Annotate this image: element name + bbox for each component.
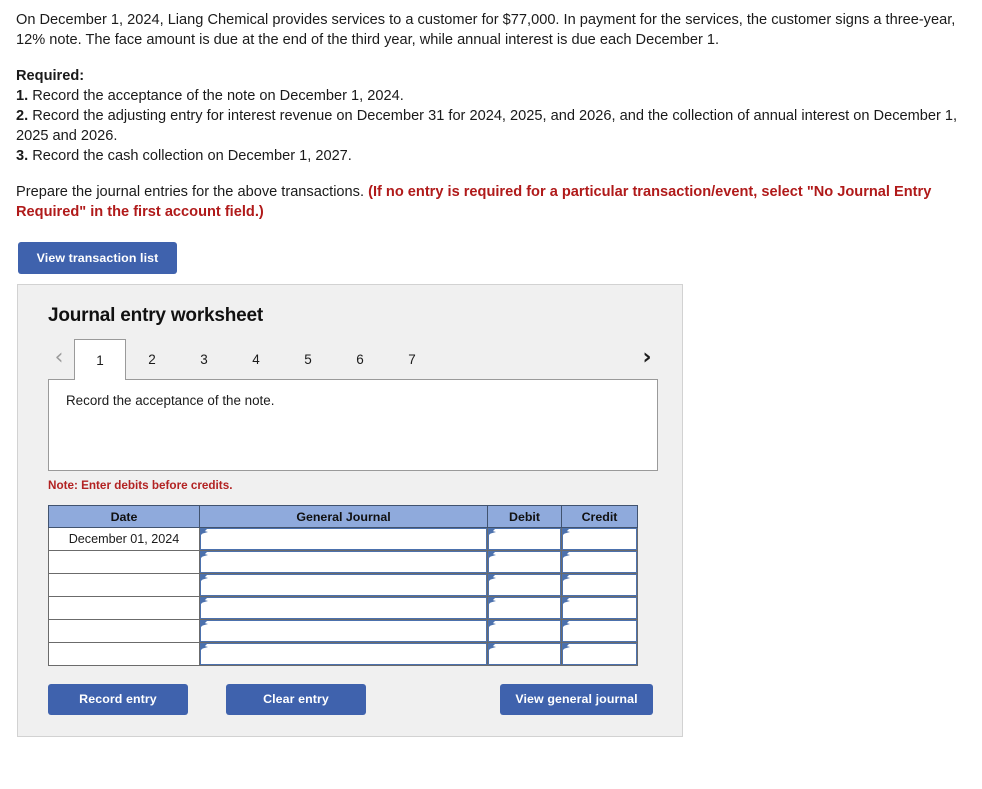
requirement-number-2: 2. [16,108,29,124]
worksheet-tab-4[interactable]: 4 [230,339,282,379]
journal-date-cell[interactable] [48,550,200,574]
journal-credit-field-cell [561,527,638,551]
journal-debit-field-cell [487,550,562,574]
journal-date-cell[interactable] [48,596,200,620]
journal-account-field-cell [199,596,488,620]
journal-date-cell[interactable] [48,642,200,666]
journal-credit-field-cell [561,642,638,666]
journal-debit-field-cell [487,596,562,620]
journal-account-field-cell [199,619,488,643]
journal-debit-field[interactable] [488,574,561,596]
worksheet-tab-6[interactable]: 6 [334,339,386,379]
problem-statement: On December 1, 2024, Liang Chemical prov… [16,10,960,222]
requirement-number-3: 3. [16,148,29,164]
journal-credit-field[interactable] [562,574,637,596]
journal-credit-field[interactable] [562,597,637,619]
debits-before-credits-note: Note: Enter debits before credits. [48,479,233,492]
journal-account-field-cell [199,527,488,551]
worksheet-tab-5[interactable]: 5 [282,339,334,379]
journal-debit-field-cell [487,619,562,643]
journal-account-field-cell [199,573,488,597]
worksheet-tab-1[interactable]: 1 [74,339,126,380]
requirement-item-1: 1. Record the acceptance of the note on … [16,86,960,106]
worksheet-title: Journal entry worksheet [48,305,264,326]
required-block: Required: 1. Record the acceptance of th… [16,66,960,166]
journal-entry-table: Date General Journal Debit Credit Decemb… [48,505,638,666]
journal-account-field[interactable] [200,528,487,550]
journal-account-field[interactable] [200,620,487,642]
table-row [48,573,638,597]
journal-account-field-cell [199,642,488,666]
view-general-journal-button[interactable]: View general journal [500,684,653,715]
journal-debit-field[interactable] [488,528,561,550]
journal-credit-field-cell [561,619,638,643]
worksheet-tab-2[interactable]: 2 [126,339,178,379]
journal-account-field[interactable] [200,574,487,596]
table-row [48,596,638,620]
journal-credit-field-cell [561,596,638,620]
column-header-general-journal: General Journal [199,505,488,528]
worksheet-description-box: Record the acceptance of the note. [48,379,658,471]
journal-debit-field-cell [487,573,562,597]
table-header-row: Date General Journal Debit Credit [48,505,638,528]
journal-debit-field[interactable] [488,643,561,665]
journal-debit-field[interactable] [488,597,561,619]
clear-entry-button[interactable]: Clear entry [226,684,366,715]
view-transaction-list-button[interactable]: View transaction list [18,242,177,274]
journal-account-field[interactable] [200,643,487,665]
column-header-debit: Debit [487,505,562,528]
column-header-credit: Credit [561,505,638,528]
journal-debit-field-cell [487,642,562,666]
chevron-left-icon[interactable]: ‹ [48,341,70,375]
journal-credit-field[interactable] [562,551,637,573]
journal-date-cell[interactable] [48,573,200,597]
requirement-item-3: 3. Record the cash collection on Decembe… [16,146,960,166]
table-row: December 01, 2024 [48,527,638,551]
required-heading: Required: [16,68,85,84]
journal-credit-field[interactable] [562,620,637,642]
journal-entry-worksheet-panel: Journal entry worksheet ‹ 1234567 › Reco… [17,284,683,737]
journal-debit-field-cell [487,527,562,551]
table-row [48,642,638,666]
journal-debit-field[interactable] [488,551,561,573]
column-header-date: Date [48,505,200,528]
requirement-text-1: Record the acceptance of the note on Dec… [32,88,404,104]
prepare-text: Prepare the journal entries for the abov… [16,184,369,200]
problem-intro-paragraph: On December 1, 2024, Liang Chemical prov… [16,12,956,48]
requirement-item-2: 2. Record the adjusting entry for intere… [16,106,960,146]
requirement-text-2: Record the adjusting entry for interest … [16,108,958,144]
journal-account-field[interactable] [200,597,487,619]
requirement-number-1: 1. [16,88,29,104]
journal-credit-field-cell [561,573,638,597]
worksheet-tab-strip: ‹ 1234567 › [48,339,658,380]
worksheet-tab-7[interactable]: 7 [386,339,438,379]
journal-credit-field[interactable] [562,643,637,665]
worksheet-tab-list: 1234567 [74,339,438,380]
table-row [48,550,638,574]
requirement-text-3: Record the cash collection on December 1… [32,148,352,164]
prepare-paragraph: Prepare the journal entries for the abov… [16,182,960,222]
chevron-right-icon[interactable]: › [636,341,658,375]
journal-credit-field-cell [561,550,638,574]
journal-table-body: December 01, 2024 [48,527,638,666]
journal-account-field-cell [199,550,488,574]
journal-date-cell[interactable] [48,619,200,643]
record-entry-button[interactable]: Record entry [48,684,188,715]
table-row [48,619,638,643]
journal-debit-field[interactable] [488,620,561,642]
journal-account-field[interactable] [200,551,487,573]
journal-credit-field[interactable] [562,528,637,550]
worksheet-description-text: Record the acceptance of the note. [66,393,275,408]
worksheet-tab-3[interactable]: 3 [178,339,230,379]
journal-date-cell[interactable]: December 01, 2024 [48,527,200,551]
